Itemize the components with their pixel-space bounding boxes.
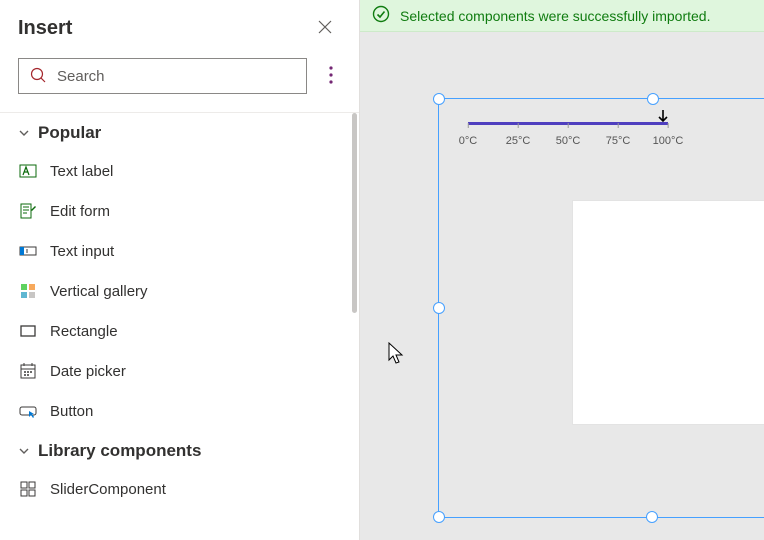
close-button[interactable]	[309, 12, 341, 44]
tree-item-rectangle[interactable]: Rectangle	[0, 311, 359, 351]
slider-tick: 50°C	[556, 135, 581, 147]
close-icon	[317, 19, 333, 38]
slider-tick: 25°C	[506, 135, 531, 147]
insert-pane: Insert	[0, 0, 360, 540]
success-toast: Selected components were successfully im…	[360, 0, 764, 32]
tree-item-label: Rectangle	[50, 323, 118, 340]
date-picker-icon	[18, 361, 38, 381]
tree-item-label: Text input	[50, 243, 114, 260]
text-label-icon	[18, 161, 38, 181]
more-options-button[interactable]	[317, 58, 345, 94]
tree-item-text-input[interactable]: Text input	[0, 231, 359, 271]
tree-item-label: Vertical gallery	[50, 283, 148, 300]
slider-tick: 75°C	[606, 135, 631, 147]
chevron-down-icon	[18, 445, 30, 457]
tree-item-label: Button	[50, 403, 93, 420]
text-input-icon	[18, 241, 38, 261]
insert-pane-header: Insert	[0, 0, 359, 52]
mouse-cursor-icon	[388, 342, 406, 369]
vertical-gallery-icon	[18, 281, 38, 301]
tree-item-label: Edit form	[50, 203, 110, 220]
rectangle-icon	[18, 321, 38, 341]
search-icon	[29, 66, 47, 87]
tree-item-button[interactable]: Button	[0, 391, 359, 431]
tree-item-text-label[interactable]: Text label	[0, 151, 359, 191]
search-input[interactable]	[55, 67, 296, 86]
selection-outline[interactable]	[438, 98, 764, 518]
group-header-library[interactable]: Library components	[0, 431, 359, 469]
resize-handle-top-right[interactable]	[647, 93, 659, 105]
chevron-down-icon	[18, 127, 30, 139]
canvas-area: Selected components were successfully im…	[360, 0, 764, 540]
tree-item-vertical-gallery[interactable]: Vertical gallery	[0, 271, 359, 311]
button-icon	[18, 401, 38, 421]
group-header-popular[interactable]: Popular	[0, 113, 359, 151]
slider-tick: 0°C	[459, 135, 477, 147]
search-row	[0, 52, 359, 113]
slider-component-instance[interactable]: 0°C 25°C 50°C 75°C 100°C	[468, 122, 668, 155]
tree-item-label: Text label	[50, 163, 113, 180]
insert-pane-title: Insert	[18, 17, 72, 40]
resize-handle-bottom-left[interactable]	[433, 511, 445, 523]
slider-tick: 100°C	[653, 135, 684, 147]
group-title: Popular	[38, 123, 101, 143]
slider-ticks: 0°C 25°C 50°C 75°C 100°C	[468, 135, 668, 155]
edit-form-icon	[18, 201, 38, 221]
more-vertical-icon	[329, 66, 333, 87]
toast-message: Selected components were successfully im…	[400, 8, 710, 24]
search-box[interactable]	[18, 58, 307, 94]
tree-item-edit-form[interactable]: Edit form	[0, 191, 359, 231]
resize-handle-bottom-mid[interactable]	[646, 511, 658, 523]
scrollbar-thumb[interactable]	[352, 113, 357, 313]
insert-tree: Popular Text label Edit form Text input	[0, 113, 359, 540]
component-icon	[18, 479, 38, 499]
tree-item-date-picker[interactable]: Date picker	[0, 351, 359, 391]
tree-item-slider-component[interactable]: SliderComponent	[0, 469, 359, 509]
tree-item-label: Date picker	[50, 363, 126, 380]
success-check-icon	[372, 5, 390, 26]
group-title: Library components	[38, 441, 201, 461]
resize-handle-top-left[interactable]	[433, 93, 445, 105]
tree-item-label: SliderComponent	[50, 481, 166, 498]
resize-handle-mid-left[interactable]	[433, 302, 445, 314]
design-canvas[interactable]: 0°C 25°C 50°C 75°C 100°C	[380, 40, 764, 540]
